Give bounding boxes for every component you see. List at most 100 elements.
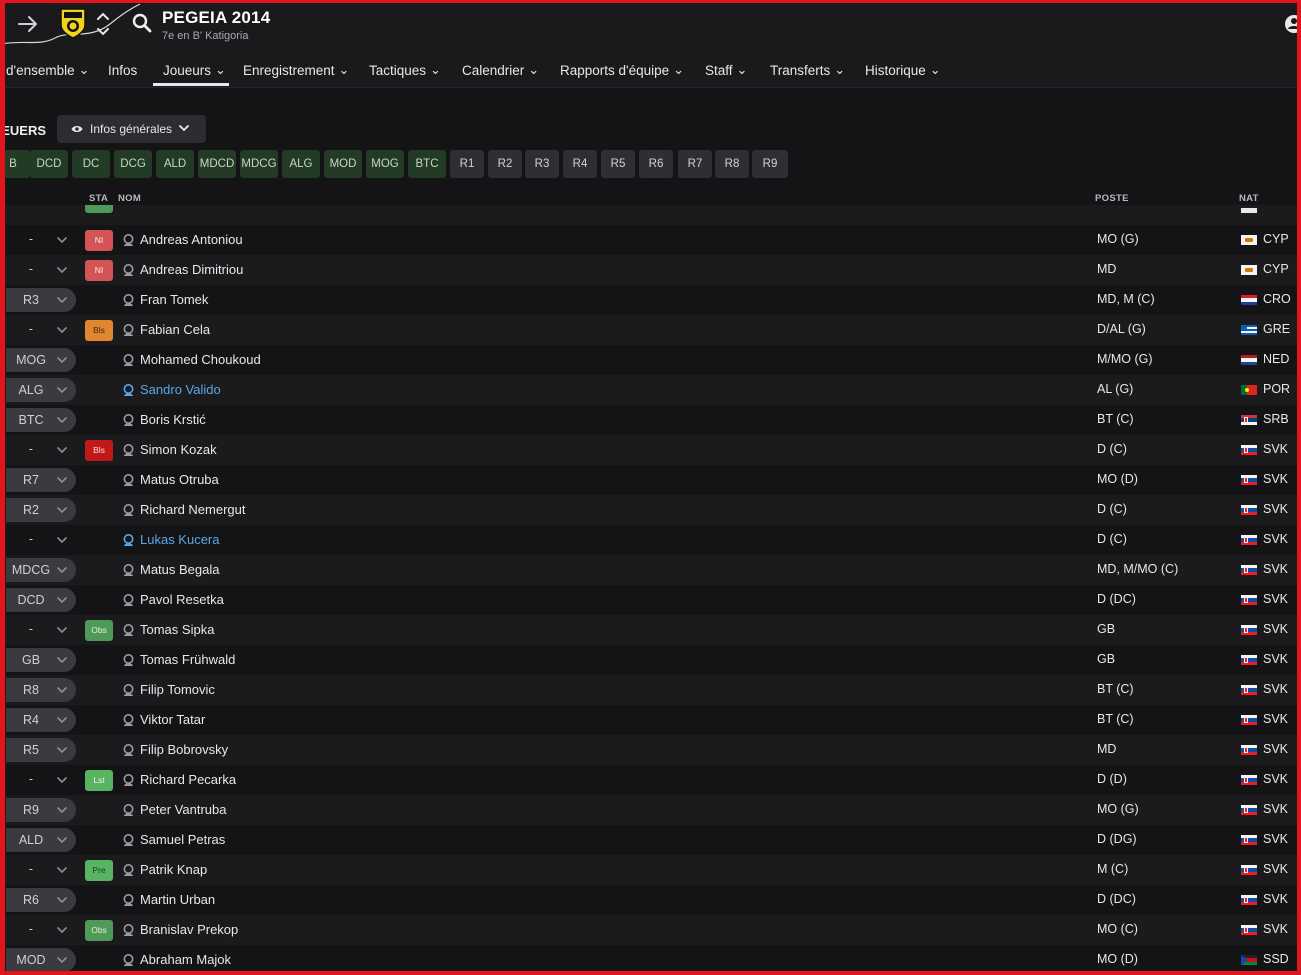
table-row[interactable]: R3 Fran Tomek MD, M (C) CRO (0, 285, 1301, 315)
table-row[interactable]: - NI Andreas Dimitriou MD CYP (0, 255, 1301, 285)
player-nationality[interactable]: SSD (1263, 952, 1289, 966)
player-nationality[interactable]: SVK (1263, 622, 1288, 636)
player-nationality[interactable]: SVK (1263, 442, 1288, 456)
player-name[interactable]: Lukas Kucera (140, 532, 220, 547)
selection-dropdown[interactable]: R8 (6, 678, 76, 702)
selection-dropdown[interactable]: - (6, 768, 76, 792)
player-nationality[interactable]: SVK (1263, 472, 1288, 486)
status-badge[interactable]: Lst (85, 770, 113, 791)
table-row[interactable]: - NI Andreas Antoniou MO (G) CYP (0, 225, 1301, 255)
player-nationality[interactable]: SVK (1263, 742, 1288, 756)
player-nationality[interactable]: SVK (1263, 562, 1288, 576)
table-row[interactable]: R9 Peter Vantruba MO (G) SVK (0, 795, 1301, 825)
table-row[interactable]: - Lst Richard Pecarka D (D) SVK (0, 765, 1301, 795)
position-filter-chip[interactable]: MOD (324, 150, 362, 178)
player-name[interactable]: Patrik Knap (140, 862, 207, 877)
player-name[interactable]: Viktor Tatar (140, 712, 205, 727)
player-name[interactable]: Filip Tomovic (140, 682, 215, 697)
status-badge[interactable]: NI (85, 230, 113, 251)
selection-dropdown[interactable]: R3 (6, 288, 76, 312)
player-nationality[interactable]: SVK (1263, 772, 1288, 786)
player-nationality[interactable]: SVK (1263, 802, 1288, 816)
nav-tab-3[interactable]: Enregistrement ⌄ (243, 62, 349, 79)
player-nationality[interactable]: CYP (1263, 262, 1289, 276)
selection-dropdown[interactable]: R7 (6, 468, 76, 492)
player-nationality[interactable]: CRO (1263, 292, 1291, 306)
nav-tab-8[interactable]: Transferts ⌄ (770, 62, 845, 79)
position-filter-chip[interactable]: DCD (30, 150, 68, 178)
table-row[interactable]: BTC Boris Krstić BT (C) SRB (0, 405, 1301, 435)
status-badge[interactable]: Obs (85, 920, 113, 941)
player-name[interactable]: Andreas Antoniou (140, 232, 243, 247)
position-filter-chip[interactable]: ALG (282, 150, 320, 178)
table-row[interactable]: R6 Martin Urban D (DC) SVK (0, 885, 1301, 915)
status-badge[interactable]: Pre (85, 860, 113, 881)
selection-dropdown[interactable]: - (6, 918, 76, 942)
player-nationality[interactable]: SVK (1263, 652, 1288, 666)
selection-dropdown[interactable]: MDCG (6, 558, 76, 582)
table-row[interactable]: ALG Sandro Valido AL (G) POR (0, 375, 1301, 405)
status-badge[interactable]: Obs (85, 620, 113, 641)
table-row[interactable]: - Bls Fabian Cela D/AL (G) GRE (0, 315, 1301, 345)
player-name[interactable]: Richard Pecarka (140, 772, 236, 787)
player-nationality[interactable]: SVK (1263, 502, 1288, 516)
column-header-position[interactable]: POSTE (1095, 193, 1129, 204)
player-nationality[interactable]: SVK (1263, 592, 1288, 606)
player-name[interactable]: Peter Vantruba (140, 802, 226, 817)
selection-dropdown[interactable]: MOD (6, 948, 76, 972)
status-badge[interactable]: NI (85, 260, 113, 281)
player-name[interactable]: Fabian Cela (140, 322, 210, 337)
position-filter-chip[interactable]: MDCG (240, 150, 278, 178)
player-name[interactable]: Fran Tomek (140, 292, 208, 307)
position-filter-chip[interactable]: R1 (450, 150, 484, 178)
status-badge[interactable]: Bls (85, 440, 113, 461)
table-row[interactable]: - Pre Patrik Knap M (C) SVK (0, 855, 1301, 885)
player-name[interactable]: Filip Bobrovsky (140, 742, 228, 757)
player-name[interactable]: Matus Begala (140, 562, 220, 577)
player-nationality[interactable]: SVK (1263, 832, 1288, 846)
player-name[interactable]: Simon Kozak (140, 442, 217, 457)
position-filter-chip[interactable]: ALD (156, 150, 194, 178)
club-crest-icon[interactable] (58, 7, 88, 39)
table-row[interactable]: R4 Viktor Tatar BT (C) SVK (0, 705, 1301, 735)
view-selector[interactable]: Infos générales (57, 115, 206, 143)
player-name[interactable]: Martin Urban (140, 892, 215, 907)
selection-dropdown[interactable]: - (6, 618, 76, 642)
search-icon[interactable] (131, 12, 153, 34)
table-row[interactable]: R2 Richard Nemergut D (C) SVK (0, 495, 1301, 525)
table-row[interactable]: R7 Matus Otruba MO (D) SVK (0, 465, 1301, 495)
player-nationality[interactable]: SVK (1263, 922, 1288, 936)
nav-tab-4[interactable]: Tactiques ⌄ (369, 62, 441, 79)
club-name[interactable]: PEGEIA 2014 (162, 8, 270, 28)
club-switch-icon[interactable] (96, 9, 110, 39)
position-filter-chip[interactable]: R2 (488, 150, 522, 178)
position-filter-chip[interactable]: B (0, 150, 30, 178)
selection-dropdown[interactable]: DCD (6, 588, 76, 612)
selection-dropdown[interactable]: - (6, 258, 76, 282)
player-nationality[interactable]: CYP (1263, 232, 1289, 246)
player-nationality[interactable]: SVK (1263, 892, 1288, 906)
position-filter-chip[interactable]: R7 (678, 150, 712, 178)
nav-tab-1[interactable]: Infos (108, 63, 137, 78)
player-name[interactable]: Tomas Sipka (140, 622, 214, 637)
player-name[interactable]: Mohamed Choukoud (140, 352, 261, 367)
table-row[interactable]: R8 Filip Tomovic BT (C) SVK (0, 675, 1301, 705)
table-row[interactable]: MOG Mohamed Choukoud M/MO (G) NED (0, 345, 1301, 375)
player-name[interactable]: Sandro Valido (140, 382, 221, 397)
column-header-status[interactable]: STA (89, 193, 108, 204)
selection-dropdown[interactable]: MOG (6, 348, 76, 372)
selection-dropdown[interactable]: - (6, 858, 76, 882)
player-nationality[interactable]: POR (1263, 382, 1290, 396)
position-filter-chip[interactable]: R5 (601, 150, 635, 178)
table-row[interactable]: ALD Samuel Petras D (DG) SVK (0, 825, 1301, 855)
table-row[interactable]: - Bls Simon Kozak D (C) SVK (0, 435, 1301, 465)
position-filter-chip[interactable]: BTC (408, 150, 446, 178)
forward-arrow-icon[interactable] (16, 12, 40, 36)
player-name[interactable]: Samuel Petras (140, 832, 225, 847)
table-row[interactable]: - Obs Branislav Prekop MO (C) SVK (0, 915, 1301, 945)
player-nationality[interactable]: SRB (1263, 412, 1289, 426)
position-filter-chip[interactable]: R9 (752, 150, 788, 178)
nav-tab-0[interactable]: d'ensemble ⌄ (6, 62, 90, 79)
selection-dropdown[interactable]: - (6, 318, 76, 342)
position-filter-chip[interactable]: MOG (366, 150, 404, 178)
